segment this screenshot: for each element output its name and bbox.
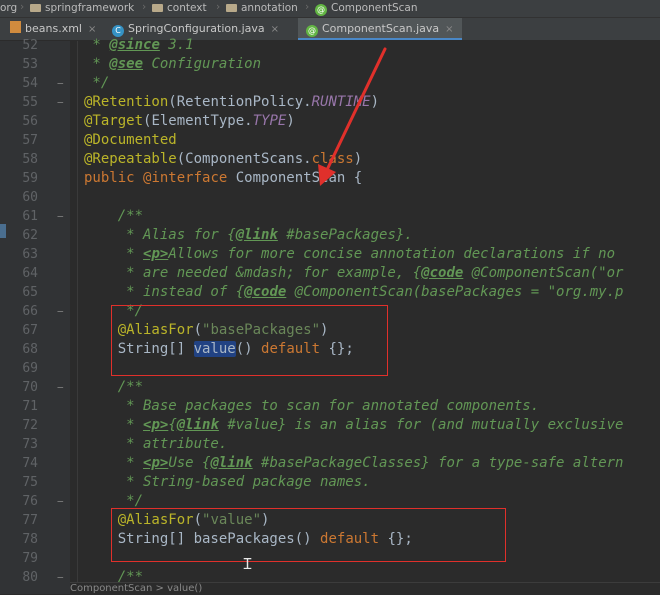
arrow-annotation-icon <box>318 47 387 186</box>
status-breadcrumb: ComponentScan > value() <box>70 582 660 595</box>
text-cursor-icon: Ｉ <box>240 555 256 573</box>
